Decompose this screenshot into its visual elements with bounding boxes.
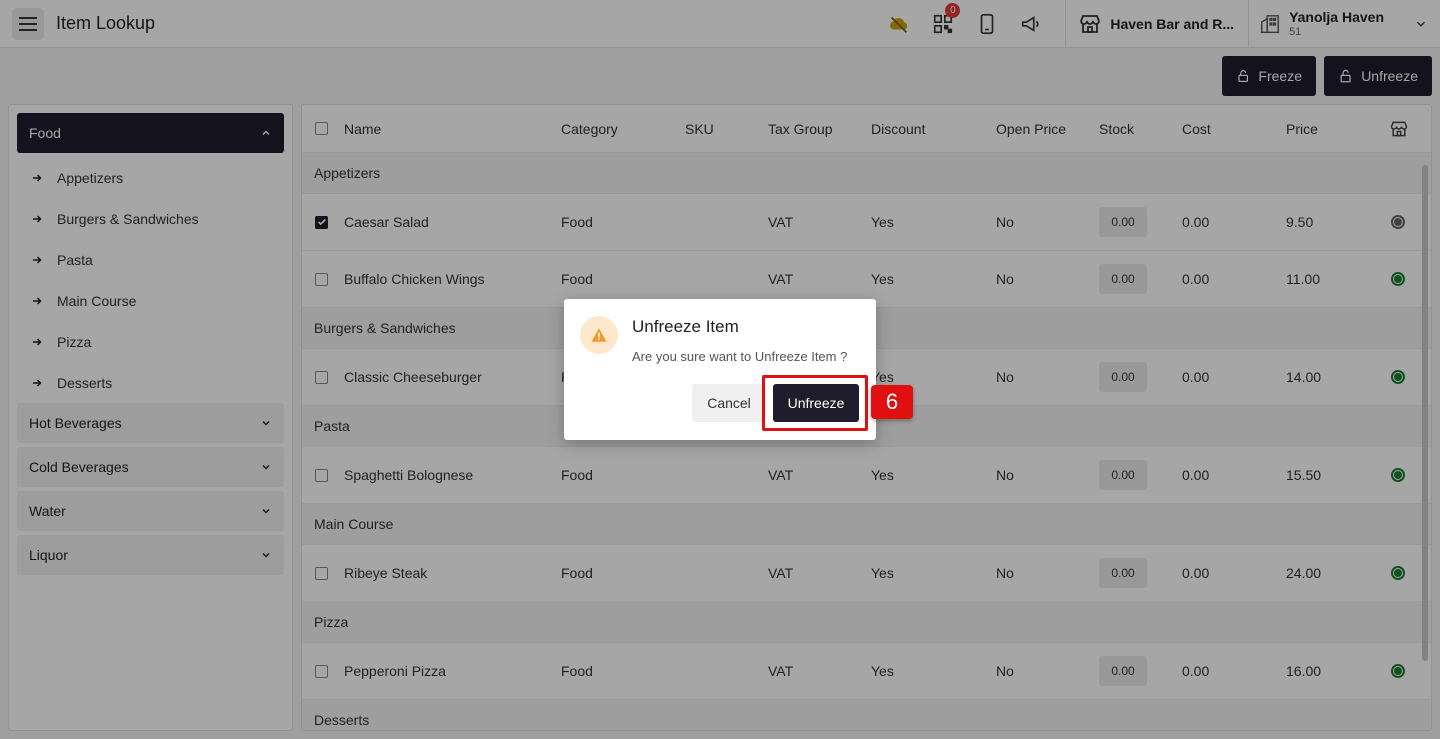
step-highlight-box [762,375,868,431]
step-number-badge: 6 [871,385,913,419]
warning-icon-wrapper [580,316,618,354]
warning-icon [591,328,607,342]
dialog-message: Are you sure want to Unfreeze Item ? [632,349,848,364]
dialog-title: Unfreeze Item [632,317,739,336]
cancel-button[interactable]: Cancel [692,384,766,422]
